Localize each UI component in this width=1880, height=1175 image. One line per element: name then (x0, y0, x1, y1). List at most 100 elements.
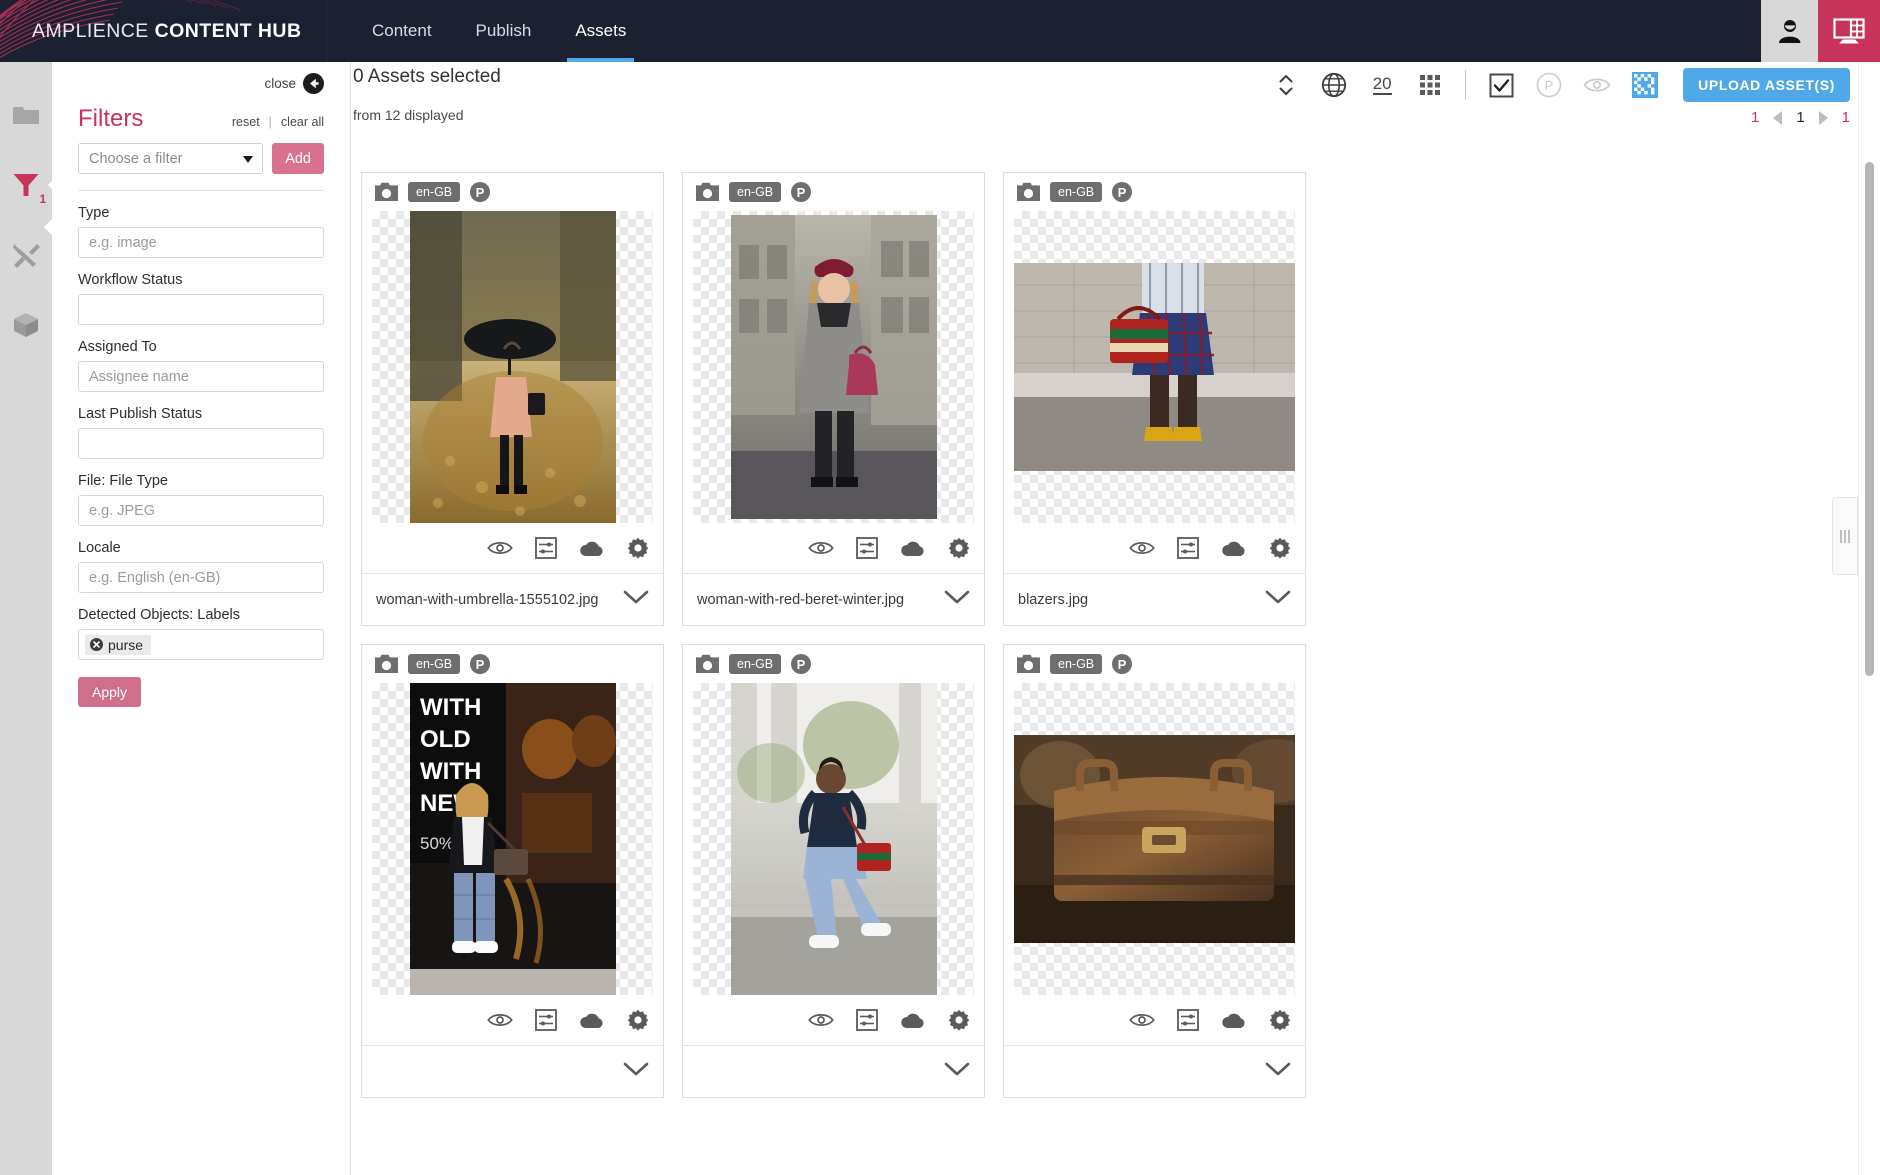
publish-asset-button[interactable] (900, 539, 926, 558)
transparency-button[interactable] (1621, 64, 1669, 106)
gear-icon (948, 1009, 970, 1031)
publish-asset-button[interactable] (579, 1011, 605, 1030)
rail-item-tools[interactable] (9, 238, 43, 272)
preview-asset-button[interactable] (1129, 1011, 1155, 1029)
top-bar: AMPLIENCE CONTENT HUB Content Publish As… (0, 0, 1880, 62)
upload-assets-button[interactable]: UPLOAD ASSET(S) (1683, 68, 1850, 102)
filter-field-locale-input[interactable] (78, 562, 324, 593)
publish-asset-button[interactable] (579, 539, 605, 558)
preview-asset-button[interactable] (487, 539, 513, 557)
visibility-button[interactable] (1573, 64, 1621, 106)
rail-item-folders[interactable] (9, 98, 43, 132)
expand-asset-button[interactable] (623, 1062, 649, 1082)
close-icon[interactable] (90, 638, 103, 651)
preview-asset-button[interactable] (808, 1011, 834, 1029)
grid-view-button[interactable] (1406, 64, 1454, 106)
filter-funnel-icon (13, 174, 39, 196)
expand-asset-button[interactable] (944, 590, 970, 610)
expand-asset-button[interactable] (1265, 1062, 1291, 1082)
asset-settings-button[interactable] (627, 537, 649, 559)
eye-icon (487, 542, 513, 554)
rail-item-content-types[interactable] (9, 308, 43, 342)
vertical-scrollbar[interactable] (1858, 62, 1880, 1175)
brand-title-bold: CONTENT HUB (154, 19, 302, 42)
preview-asset-button[interactable] (1129, 539, 1155, 557)
add-filter-button[interactable]: Add (272, 143, 324, 174)
select-all-button[interactable] (1477, 64, 1525, 106)
app-switcher-button[interactable] (1818, 0, 1880, 62)
edit-asset-settings-button[interactable] (856, 537, 878, 559)
expand-asset-button[interactable] (623, 590, 649, 610)
nav-item-assets[interactable]: Assets (553, 0, 648, 62)
transparency-checker-icon (1632, 72, 1659, 98)
asset-thumbnail[interactable] (693, 683, 974, 995)
chevron-right-icon[interactable] (1818, 110, 1828, 125)
asset-settings-button[interactable] (948, 537, 970, 559)
user-menu-button[interactable] (1761, 0, 1818, 62)
reset-filters-link[interactable]: reset (232, 115, 260, 129)
asset-settings-button[interactable] (948, 1009, 970, 1031)
expand-asset-button[interactable] (1265, 590, 1291, 610)
nav-item-content[interactable]: Content (350, 0, 454, 62)
publish-asset-button[interactable] (1221, 1011, 1247, 1030)
filter-field-type-input[interactable] (78, 227, 324, 258)
clear-all-filters-link[interactable]: clear all (281, 115, 324, 129)
publish-asset-button[interactable] (900, 1011, 926, 1030)
chevron-left-icon[interactable] (1773, 110, 1783, 125)
asset-card[interactable]: en-GB P (361, 172, 664, 626)
asset-card[interactable]: en-GB P (1003, 172, 1306, 626)
edit-asset-settings-button[interactable] (535, 537, 557, 559)
close-panel-button[interactable]: close (78, 62, 324, 94)
published-filter-button[interactable]: P (1525, 64, 1573, 106)
pagination-last[interactable]: 1 (1842, 109, 1850, 126)
preview-asset-button[interactable] (808, 539, 834, 557)
crop-settings-icon (856, 1009, 878, 1031)
asset-card[interactable]: en-GB P (682, 172, 985, 626)
eye-icon (808, 542, 834, 554)
asset-card[interactable]: en-GB P (682, 644, 985, 1098)
publish-asset-button[interactable] (1221, 539, 1247, 558)
edit-asset-settings-button[interactable] (1177, 1009, 1199, 1031)
assets-selected-title: 0 Assets selected (353, 66, 501, 87)
asset-settings-button[interactable] (1269, 537, 1291, 559)
choose-a-filter-select[interactable]: Choose a filter (78, 143, 264, 174)
apply-filters-button[interactable]: Apply (78, 677, 142, 707)
preview-asset-button[interactable] (487, 1011, 513, 1029)
edit-asset-settings-button[interactable] (856, 1009, 878, 1031)
edit-asset-settings-button[interactable] (1177, 537, 1199, 559)
asset-thumbnail[interactable] (1014, 211, 1295, 523)
asset-thumbnail[interactable]: WITH OLD WITH NEW 50% OFF (372, 683, 653, 995)
asset-filename: blazers.jpg (1018, 591, 1089, 608)
vertical-scrollbar-thumb[interactable] (1865, 162, 1874, 676)
asset-thumbnail[interactable] (693, 211, 974, 523)
filter-field-file-type-input[interactable] (78, 495, 324, 526)
eye-icon (1129, 1014, 1155, 1026)
expand-asset-button[interactable] (944, 1062, 970, 1082)
filters-panel: close Filters reset | clear all Choose a… (52, 62, 351, 1175)
panel-drag-handle[interactable] (1832, 497, 1858, 575)
eye-icon (808, 1014, 834, 1026)
edit-asset-settings-button[interactable] (535, 1009, 557, 1031)
asset-card[interactable]: en-GB P (1003, 644, 1306, 1098)
asset-card[interactable]: en-GB P WITH OLD WITH NEW 50% (361, 644, 664, 1098)
filter-field-assigned-to-input[interactable] (78, 361, 324, 392)
asset-settings-button[interactable] (627, 1009, 649, 1031)
gear-icon (627, 1009, 649, 1031)
filter-field-last-publish-status-input[interactable] (78, 428, 324, 459)
pagination-first[interactable]: 1 (1751, 109, 1759, 126)
nav-item-publish[interactable]: Publish (454, 0, 554, 62)
cloud-upload-icon (1222, 1013, 1245, 1028)
asset-card-header: en-GB P (362, 645, 663, 683)
nav-item-content-label: Content (372, 21, 432, 40)
asset-thumbnail[interactable] (1014, 683, 1295, 995)
sort-button[interactable] (1262, 64, 1310, 106)
eye-icon (487, 1014, 513, 1026)
locale-button[interactable] (1310, 64, 1358, 106)
asset-card-header: en-GB P (362, 173, 663, 211)
asset-thumbnail[interactable] (372, 211, 653, 523)
page-size-button[interactable]: 20 (1358, 64, 1406, 106)
filter-field-workflow-status-input[interactable] (78, 294, 324, 325)
rail-item-filters[interactable]: 1 (9, 168, 59, 206)
detected-objects-chip-input[interactable]: purse (78, 629, 324, 660)
asset-settings-button[interactable] (1269, 1009, 1291, 1031)
